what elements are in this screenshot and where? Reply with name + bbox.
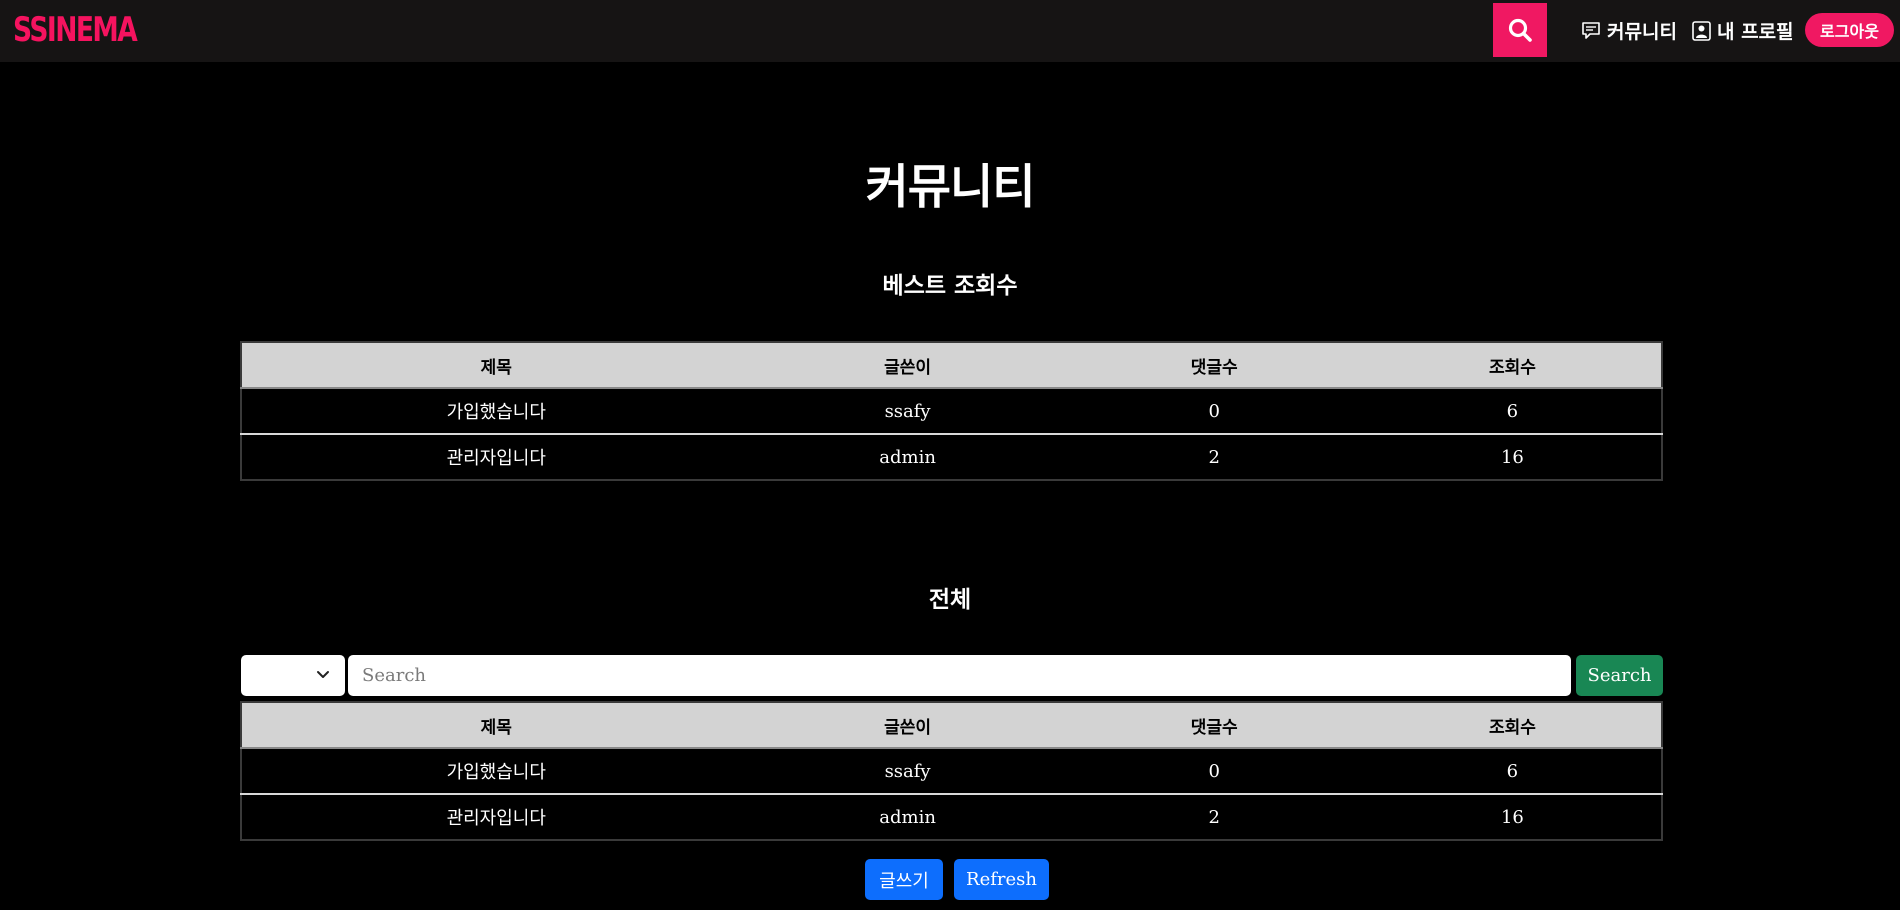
search-button[interactable] bbox=[1493, 3, 1547, 57]
post-comments-cell: 0 bbox=[1208, 760, 1220, 782]
all-table-header: 제목 글쓴이 댓글수 조회수 bbox=[241, 702, 1662, 749]
search-input[interactable] bbox=[348, 655, 1571, 696]
post-title-cell[interactable]: 가입했습니다 bbox=[241, 388, 750, 434]
post-author-cell: ssafy bbox=[884, 400, 931, 422]
post-title-cell[interactable]: 관리자입니다 bbox=[241, 793, 751, 840]
table-row[interactable]: 가입했습니다 ssafy 0 6 bbox=[241, 748, 1662, 794]
column-header-comments: 댓글수 bbox=[1064, 702, 1364, 749]
write-post-button[interactable]: 글쓰기 bbox=[865, 859, 943, 900]
column-header-views: 조회수 bbox=[1363, 342, 1662, 389]
column-header-author: 글쓴이 bbox=[750, 702, 1065, 749]
post-comments-cell: 0 bbox=[1208, 400, 1220, 422]
column-header-comments: 댓글수 bbox=[1064, 342, 1364, 389]
logo[interactable]: SSINEMA bbox=[13, 10, 138, 50]
all-section-title: 전체 bbox=[928, 587, 972, 613]
post-views-cell: 6 bbox=[1506, 760, 1519, 782]
person-icon bbox=[1692, 20, 1711, 41]
search-filter-select[interactable] bbox=[241, 655, 345, 696]
search-icon bbox=[1508, 18, 1532, 42]
table-row[interactable]: 관리자입니다 admin 2 16 bbox=[241, 793, 1662, 840]
chevron-down-icon bbox=[317, 671, 329, 678]
search-submit-button[interactable]: Search bbox=[1576, 655, 1663, 696]
post-comments-cell: 2 bbox=[1064, 793, 1364, 840]
page-title: 커뮤니티 bbox=[865, 160, 1036, 215]
post-views-cell: 16 bbox=[1363, 433, 1662, 480]
table-row[interactable]: 가입했습니다 ssafy 0 6 bbox=[241, 388, 1662, 434]
refresh-button[interactable]: Refresh bbox=[954, 859, 1049, 900]
nav-community-label: 커뮤니티 bbox=[1607, 21, 1677, 43]
logout-button[interactable]: 로그아웃 bbox=[1805, 13, 1894, 47]
nav-community-link[interactable]: 커뮤니티 bbox=[1581, 17, 1677, 44]
post-views-cell: 16 bbox=[1363, 793, 1662, 840]
table-row[interactable]: 관리자입니다 admin 2 16 bbox=[241, 433, 1662, 480]
nav-profile-label: 내 프로필 bbox=[1717, 21, 1794, 43]
post-title-cell[interactable]: 관리자입니다 bbox=[241, 433, 751, 480]
post-author-cell: ssafy bbox=[884, 760, 931, 782]
all-posts-table: 제목 글쓴이 댓글수 조회수 가입했습니다 ssafy 0 6 관리자입니다 a… bbox=[240, 701, 1663, 841]
post-title-cell[interactable]: 가입했습니다 bbox=[241, 748, 750, 794]
nav-profile-link[interactable]: 내 프로필 bbox=[1692, 17, 1794, 44]
best-table: 제목 글쓴이 댓글수 조회수 가입했습니다 ssafy 0 6 관리자입니다 a… bbox=[240, 341, 1663, 481]
best-section-title: 베스트 조회수 bbox=[882, 273, 1018, 299]
post-author-cell: admin bbox=[750, 433, 1065, 480]
best-table-header: 제목 글쓴이 댓글수 조회수 bbox=[241, 342, 1662, 389]
top-navbar: SSINEMA 커뮤니티 내 프로필 로그아웃 bbox=[0, 0, 1900, 62]
post-comments-cell: 2 bbox=[1064, 433, 1364, 480]
post-views-cell: 6 bbox=[1506, 400, 1519, 422]
chat-icon bbox=[1582, 21, 1600, 39]
column-header-views: 조회수 bbox=[1363, 702, 1662, 749]
column-header-author: 글쓴이 bbox=[750, 342, 1065, 389]
column-header-title: 제목 bbox=[241, 702, 751, 749]
post-author-cell: admin bbox=[750, 793, 1065, 840]
column-header-title: 제목 bbox=[241, 342, 751, 389]
